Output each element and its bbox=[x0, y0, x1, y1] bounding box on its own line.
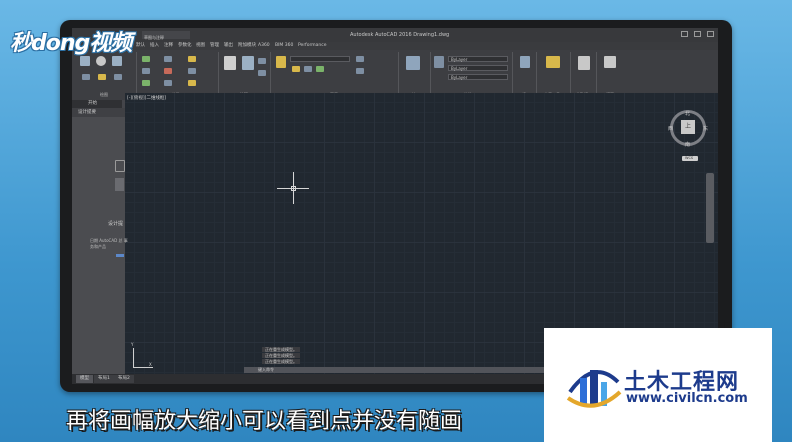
arc-icon[interactable] bbox=[82, 74, 90, 80]
command-history-line: 正在重生成模型。 bbox=[262, 353, 300, 358]
rotate-icon[interactable] bbox=[164, 56, 172, 62]
ribbon-group-block: 块 bbox=[400, 52, 431, 97]
array-icon[interactable] bbox=[188, 80, 196, 86]
quick-access-toolbar[interactable]: 草图与注释 bbox=[142, 31, 190, 40]
text-icon[interactable] bbox=[224, 56, 236, 70]
civilcn-logo-url: www.civilcn.com bbox=[626, 391, 748, 406]
table-icon[interactable] bbox=[258, 70, 266, 76]
match-properties-icon[interactable] bbox=[434, 56, 444, 68]
ribbon-group-annotation: 注释 bbox=[220, 52, 271, 97]
ucs-x-label: X bbox=[149, 362, 152, 367]
lineweight-dropdown[interactable]: ByLayer bbox=[448, 74, 508, 80]
group-icon[interactable] bbox=[520, 56, 530, 68]
close-icon[interactable] bbox=[707, 31, 714, 37]
tab-bim360[interactable]: BIM 360 bbox=[275, 42, 293, 50]
ribbon-group-view: 视图 bbox=[598, 52, 622, 97]
tab-start[interactable]: 开始 bbox=[82, 100, 103, 108]
layer-on-icon[interactable] bbox=[316, 66, 324, 72]
layout-tab-2[interactable]: 布局2 bbox=[114, 375, 134, 383]
wcs-label: WCS bbox=[685, 156, 694, 160]
polyline-icon[interactable] bbox=[112, 56, 122, 66]
ucs-y-axis bbox=[133, 348, 134, 368]
ribbon-tabs: 默认 插入 注释 参数化 视图 管理 输出 附加模块 A360 BIM 360 … bbox=[72, 42, 718, 50]
copy-icon[interactable] bbox=[142, 68, 150, 74]
tab-parametric[interactable]: 参数化 bbox=[178, 42, 192, 50]
line-icon[interactable] bbox=[80, 56, 90, 66]
match-layer-icon[interactable] bbox=[356, 68, 364, 74]
design-feed-panel: 设计提要 设计提 日期 AutoCAD 总 事务和产品 bbox=[72, 108, 128, 376]
panel-link[interactable] bbox=[116, 254, 124, 257]
rectangle-icon[interactable] bbox=[98, 74, 106, 80]
tab-a360[interactable]: A360 bbox=[258, 42, 270, 50]
command-history-line: 正在重生成模型。 bbox=[262, 359, 300, 364]
measure-icon[interactable] bbox=[546, 56, 560, 68]
workspace-label: 草图与注释 bbox=[144, 35, 164, 40]
stretch-icon[interactable] bbox=[142, 80, 150, 86]
ribbon-group-utilities: 实用工具 bbox=[538, 52, 571, 97]
wcs-menu[interactable]: WCS bbox=[682, 156, 698, 161]
ribbon-group-modify: 修改 bbox=[138, 52, 219, 97]
tab-default[interactable]: 默认 bbox=[136, 42, 145, 50]
move-icon[interactable] bbox=[142, 56, 150, 62]
viewcube-east[interactable]: 东 bbox=[703, 125, 708, 132]
base-view-icon[interactable] bbox=[604, 56, 616, 68]
ribbon-group-properties: ByLayer ByLayer ByLayer 特性 bbox=[432, 52, 513, 97]
ucs-y-label: Y bbox=[131, 342, 134, 347]
layer-dropdown[interactable] bbox=[290, 56, 350, 62]
tab-view[interactable]: 视图 bbox=[196, 42, 205, 50]
viewcube-south[interactable]: 南 bbox=[685, 141, 690, 148]
title-bar: 草图与注释 Autodesk AutoCAD 2016 Drawing1.dwg bbox=[72, 28, 718, 42]
panel-description: 日期 AutoCAD 总 事务和产品 bbox=[90, 238, 128, 249]
linetype-dropdown[interactable]: ByLayer bbox=[448, 65, 508, 71]
viewcube-north[interactable]: 北 bbox=[685, 110, 690, 117]
hatch-icon[interactable] bbox=[114, 74, 122, 80]
window-title: Autodesk AutoCAD 2016 Drawing1.dwg bbox=[350, 32, 450, 38]
tab-output[interactable]: 输出 bbox=[224, 42, 233, 50]
navigation-bar[interactable] bbox=[706, 173, 714, 243]
fillet-icon[interactable] bbox=[188, 68, 196, 74]
paste-icon[interactable] bbox=[578, 56, 590, 70]
ribbon-group-layers: 图层 bbox=[272, 52, 399, 97]
tab-performance[interactable]: Performance bbox=[298, 42, 327, 50]
viewcube-west[interactable]: 西 bbox=[668, 125, 673, 132]
ribbon-group-clipboard: 剪贴板 bbox=[572, 52, 597, 97]
mirror-icon[interactable] bbox=[164, 68, 172, 74]
dimension-icon[interactable] bbox=[242, 56, 254, 70]
insert-block-icon[interactable] bbox=[406, 56, 420, 70]
watermark-logo: 秒dong视频 bbox=[10, 31, 132, 56]
viewcube-top-face[interactable]: 上 bbox=[681, 120, 695, 134]
video-subtitle: 再将画幅放大缩小可以看到点并没有随画 bbox=[66, 409, 463, 434]
ribbon-group-groups: 组 bbox=[514, 52, 537, 97]
make-current-icon[interactable] bbox=[356, 56, 364, 62]
circle-icon[interactable] bbox=[96, 56, 106, 66]
layer-lock-icon[interactable] bbox=[304, 66, 312, 72]
layout-tab-1[interactable]: 布局1 bbox=[94, 375, 114, 383]
maximize-icon[interactable] bbox=[694, 31, 701, 37]
layer-properties-icon[interactable] bbox=[276, 56, 286, 68]
ribbon-group-draw: 绘图 bbox=[74, 52, 137, 97]
civilcn-logo-icon bbox=[566, 370, 622, 408]
tab-insert[interactable]: 插入 bbox=[150, 42, 159, 50]
viewport-controls[interactable]: [-][俯视][二维线框] bbox=[127, 95, 166, 101]
panel-tab[interactable] bbox=[115, 178, 124, 191]
ucs-x-axis bbox=[133, 367, 153, 368]
layout-tab-model[interactable]: 模型 bbox=[76, 375, 93, 383]
tab-addins[interactable]: 附加模块 bbox=[238, 42, 256, 50]
lock-icon bbox=[115, 160, 125, 172]
tab-manage[interactable]: 管理 bbox=[210, 42, 219, 50]
minimize-icon[interactable] bbox=[681, 31, 688, 37]
panel-header: 设计提要 bbox=[72, 108, 125, 117]
command-history-line: 正在重生成模型。 bbox=[262, 347, 300, 352]
crosshair-pickbox bbox=[291, 186, 296, 191]
leader-icon[interactable] bbox=[258, 58, 266, 64]
trim-icon[interactable] bbox=[188, 56, 196, 62]
panel-title: 设计提 bbox=[108, 221, 124, 227]
color-dropdown[interactable]: ByLayer bbox=[448, 56, 508, 62]
scale-icon[interactable] bbox=[164, 80, 172, 86]
tab-annotate[interactable]: 注释 bbox=[164, 42, 173, 50]
layer-freeze-icon[interactable] bbox=[292, 66, 300, 72]
command-input[interactable]: 键入命令 bbox=[244, 367, 544, 373]
group-label-draw: 绘图 bbox=[100, 92, 108, 97]
